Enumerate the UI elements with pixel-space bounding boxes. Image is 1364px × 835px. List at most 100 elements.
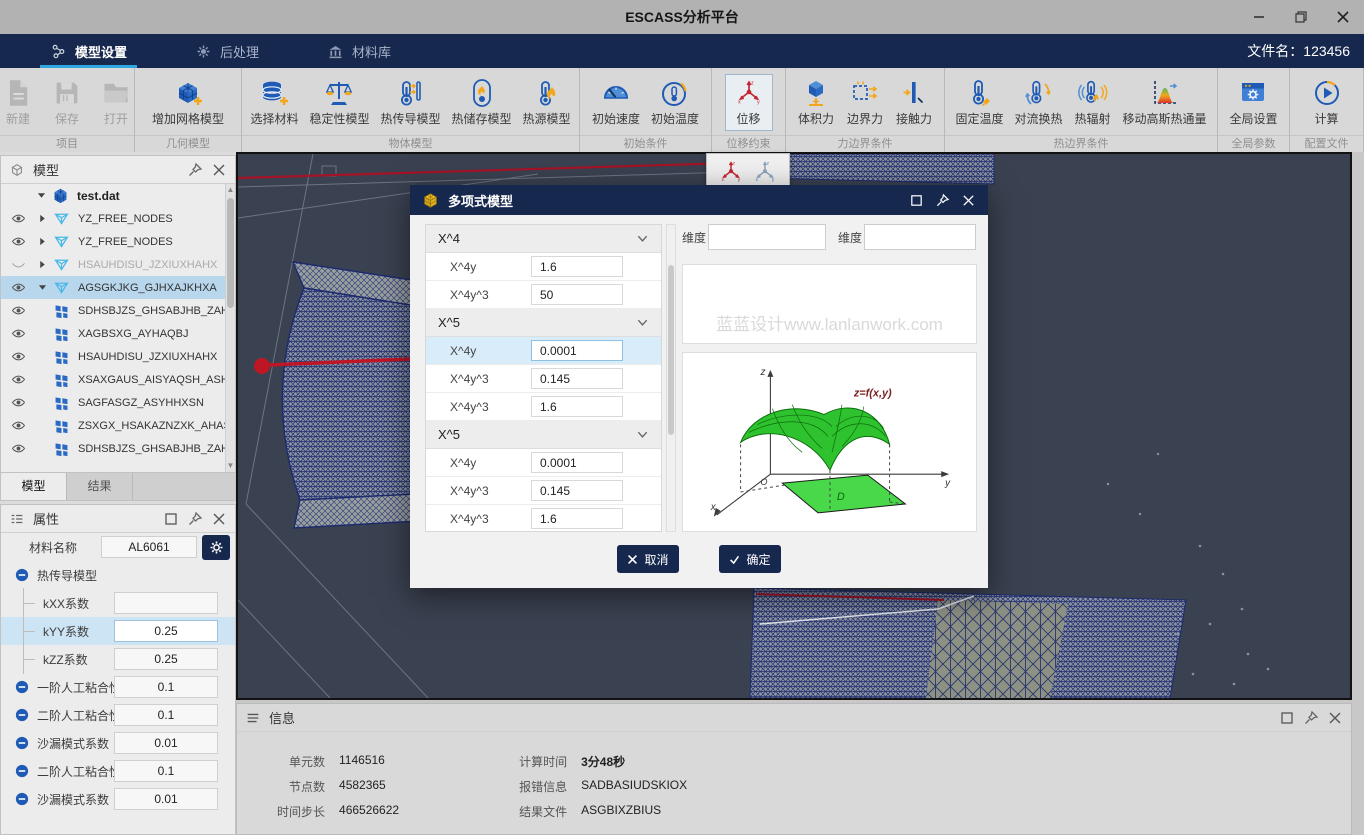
tree-item[interactable]: SDHSBJZS_GHSABJHB_ZAHU — [1, 299, 225, 322]
sidebar-tab-1[interactable]: 模型 — [1, 473, 67, 500]
eye-open-icon[interactable] — [11, 326, 26, 341]
axis-red-icon[interactable]: zxy — [718, 159, 744, 185]
toolbar-button-gauss-flux[interactable]: 移动高斯热通量 — [1118, 74, 1212, 131]
cancel-button[interactable]: 取消 — [617, 545, 679, 573]
polynomial-section-header[interactable]: X^4 — [426, 225, 661, 253]
polynomial-section-header[interactable]: X^5 — [426, 421, 661, 449]
polynomial-row-input[interactable] — [531, 508, 623, 529]
arrow-down-icon[interactable] — [37, 191, 46, 200]
toolbar-button-save-file[interactable]: 保存 — [43, 74, 91, 131]
polynomial-row-input[interactable] — [531, 340, 623, 361]
close-button[interactable] — [1328, 4, 1358, 30]
minus-circle-icon[interactable] — [15, 792, 29, 806]
polynomial-row-input[interactable] — [531, 256, 623, 277]
eye-open-icon[interactable] — [11, 211, 26, 226]
toolbar-button-gauge[interactable]: 初始速度 — [587, 74, 645, 131]
minimize-button[interactable] — [1244, 4, 1274, 30]
toolbar-button-thermo-conduct[interactable]: 热传导模型 — [375, 74, 445, 131]
polynomial-row[interactable]: X^4y^3 — [426, 477, 661, 505]
polynomial-row-input[interactable] — [531, 368, 623, 389]
toolbar-button-thermo-store[interactable]: 热储存模型 — [447, 74, 517, 131]
minus-circle-icon[interactable] — [15, 764, 29, 778]
polynomial-row-input[interactable] — [531, 284, 623, 305]
polynomial-row-input[interactable] — [531, 396, 623, 417]
tree-item[interactable]: YZ_FREE_NODES — [1, 207, 225, 230]
pin-icon[interactable] — [1303, 710, 1319, 726]
polynomial-section-header[interactable]: X^5 — [426, 309, 661, 337]
arrow-right-icon[interactable] — [38, 260, 47, 269]
polynomial-row[interactable]: X^4y — [426, 449, 661, 477]
tree-item[interactable]: SAGFASGZ_ASYHHXSN — [1, 391, 225, 414]
polynomial-row[interactable]: X^4y^3 — [426, 505, 661, 532]
maximize-icon[interactable] — [1279, 710, 1295, 726]
tree-item[interactable]: YZ_FREE_NODES — [1, 230, 225, 253]
eye-open-icon[interactable] — [11, 303, 26, 318]
eye-open-icon[interactable] — [11, 441, 26, 456]
property-row-item[interactable]: 沙漏模式系数 — [1, 729, 235, 757]
tree-item[interactable]: XSAXGAUS_AISYAQSH_ASHX — [1, 368, 225, 391]
property-row-sub[interactable]: kYY系数 — [1, 617, 235, 645]
pin-icon[interactable] — [187, 511, 203, 527]
property-row-item[interactable]: 二阶人工粘合性 — [1, 701, 235, 729]
polynomial-row[interactable]: X^4y^3 — [426, 393, 661, 421]
tree-item[interactable]: XAGBSXG_AYHAQBJ — [1, 322, 225, 345]
property-input[interactable] — [114, 592, 218, 614]
polynomial-row[interactable]: X^4y^3 — [426, 281, 661, 309]
arrow-down-icon[interactable] — [38, 283, 47, 292]
property-input[interactable] — [114, 788, 218, 810]
property-row-sub[interactable]: kXX系数 — [1, 589, 235, 617]
maximize-icon[interactable] — [909, 193, 924, 208]
arrow-right-icon[interactable] — [38, 237, 47, 246]
toolbar-button-contact-force[interactable]: 接触力 — [890, 74, 938, 131]
eye-open-icon[interactable] — [11, 349, 26, 364]
scrollbar-thumb[interactable] — [227, 198, 234, 308]
eye-open-icon[interactable] — [11, 234, 26, 249]
eye-open-icon[interactable] — [11, 418, 26, 433]
ok-button[interactable]: 确定 — [719, 545, 781, 573]
toolbar-button-thermo-source[interactable]: 热源模型 — [518, 74, 576, 131]
eye-open-icon[interactable] — [11, 280, 26, 295]
scroll-down-icon[interactable]: ▼ — [226, 460, 235, 472]
pin-icon[interactable] — [935, 193, 950, 208]
eye-open-icon[interactable] — [11, 395, 26, 410]
tree-item[interactable]: ZSXGX_HSAKAZNZXK_AHASX — [1, 414, 225, 437]
minus-circle-icon[interactable] — [15, 708, 29, 722]
toolbar-button-thermo-initial[interactable]: 初始温度 — [646, 74, 704, 131]
property-input[interactable] — [114, 620, 218, 642]
axis-blue-icon[interactable]: zxy — [752, 159, 778, 185]
scrollbar-thumb[interactable] — [668, 265, 674, 435]
property-row-item[interactable]: 二阶人工粘合性 — [1, 757, 235, 785]
tree-item[interactable]: AGSGKJKG_GJHXAJKHXA — [1, 276, 225, 299]
property-row-sub[interactable]: kZZ系数 — [1, 645, 235, 673]
model-tree-scrollbar[interactable]: ▲ ▼ — [225, 184, 235, 472]
tree-item[interactable]: HSAUHDISU_JZXIUXHAHX — [1, 253, 225, 276]
toolbar-button-compute[interactable]: 计算 — [1303, 74, 1351, 131]
toolbar-button-new-file[interactable]: 新建 — [0, 74, 42, 131]
polynomial-row[interactable]: X^4y^3 — [426, 365, 661, 393]
pin-icon[interactable] — [187, 162, 203, 178]
scroll-up-icon[interactable]: ▲ — [226, 184, 235, 196]
toolbar-button-thermo-fixed[interactable]: 固定温度 — [950, 74, 1008, 131]
property-input[interactable] — [114, 648, 218, 670]
dimension-input-1[interactable] — [708, 224, 826, 250]
eye-closed-icon[interactable] — [11, 257, 26, 272]
property-row-item[interactable]: 一阶人工粘合性 — [1, 673, 235, 701]
toolbar-button-global-settings[interactable]: 全局设置 — [1224, 74, 1282, 131]
minus-circle-icon[interactable] — [15, 568, 29, 582]
toolbar-button-convection[interactable]: 对流换热 — [1009, 74, 1067, 131]
property-input[interactable] — [114, 704, 218, 726]
menu-tab-2[interactable]: 后处理 — [181, 34, 273, 68]
property-input[interactable] — [114, 676, 218, 698]
tree-row-root[interactable]: test.dat — [1, 184, 225, 207]
polynomial-row[interactable]: X^4y — [426, 253, 661, 281]
property-input[interactable] — [114, 760, 218, 782]
tree-item[interactable]: HSAUHDISU_JZXIUXHAHX — [1, 345, 225, 368]
arrow-right-icon[interactable] — [38, 214, 47, 223]
minus-circle-icon[interactable] — [15, 680, 29, 694]
toolbar-button-open-folder[interactable]: 打开 — [92, 74, 140, 131]
toolbar-button-volume-force[interactable]: 体积力 — [792, 74, 840, 131]
property-row-section[interactable]: 热传导模型 — [1, 561, 235, 589]
minus-circle-icon[interactable] — [15, 736, 29, 750]
polynomial-row-input[interactable] — [531, 452, 623, 473]
material-name-input[interactable] — [101, 536, 197, 558]
